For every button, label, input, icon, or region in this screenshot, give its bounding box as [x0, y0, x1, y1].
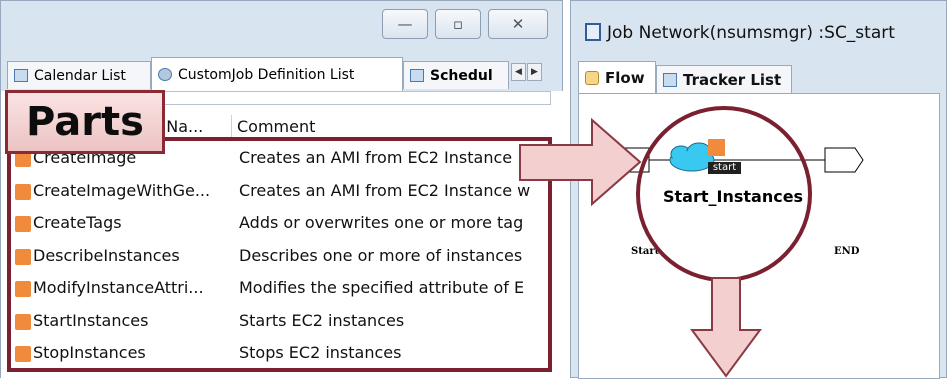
- customjob-part-icon: [15, 216, 31, 232]
- job-network-icon: [585, 23, 601, 41]
- restore-icon: ▫: [452, 15, 464, 33]
- tab-scroll-right-button[interactable]: ▶: [527, 63, 542, 81]
- column-header-comment[interactable]: Comment: [237, 117, 315, 136]
- close-button[interactable]: ✕: [488, 9, 548, 39]
- tracker-list-icon: [663, 72, 677, 87]
- start-node-label: Start: [631, 246, 660, 257]
- minimize-icon: —: [397, 15, 413, 33]
- customjob-part-icon: [15, 248, 31, 265]
- row-name: CreateTags: [33, 213, 122, 232]
- table-row[interactable]: CreateImageWithGe... Creates an AMI from…: [1, 176, 564, 209]
- job-network-title: Job Network(nsumsmgr) :SC_start: [585, 23, 895, 43]
- parts-callout-label: Parts: [5, 90, 165, 154]
- tab-calendar-list[interactable]: Calendar List: [7, 61, 151, 89]
- flow-diagram: [612, 139, 864, 173]
- table-row[interactable]: StartInstances Starts EC2 instances: [1, 306, 564, 339]
- row-comment: Creates an AMI from EC2 Instance w: [239, 180, 531, 200]
- job-type-badge: start: [708, 162, 741, 174]
- table-row[interactable]: StopInstances Stops EC2 instances: [1, 338, 564, 371]
- row-comment: Stops EC2 instances: [239, 343, 402, 362]
- chevron-left-icon: ◀: [515, 67, 522, 77]
- row-comment: Starts EC2 instances: [239, 310, 405, 330]
- restore-button[interactable]: ▫: [435, 9, 481, 39]
- column-divider[interactable]: [231, 115, 232, 137]
- start-node[interactable]: [612, 147, 650, 173]
- schedule-icon: [410, 69, 424, 82]
- close-icon: ✕: [511, 15, 525, 33]
- calendar-icon: [14, 69, 28, 82]
- row-name: CreateImageWithGe...: [33, 180, 211, 200]
- customjob-part-icon: [15, 281, 31, 297]
- customjob-part-icon: [15, 183, 31, 200]
- customjob-part-marker: [708, 139, 725, 156]
- row-comment: Adds or overwrites one or more tag: [239, 213, 524, 232]
- left-tab-bar: Calendar List CustomJob Definition List …: [1, 57, 564, 91]
- customjob-rows: CreateImage Creates an AMI from EC2 Inst…: [1, 143, 564, 371]
- custom-job-definition-window: — ▫ ✕ Calendar List CustomJob Definition…: [0, 0, 564, 379]
- list-filter-bar[interactable]: [151, 91, 551, 105]
- flow-canvas[interactable]: Start END: [578, 93, 940, 379]
- row-name: StopInstances: [33, 343, 146, 362]
- customjob-icon: [158, 68, 172, 81]
- row-name: StartInstances: [33, 310, 149, 330]
- job-name-label: Start_Instances: [663, 187, 804, 206]
- tab-schedule[interactable]: Schedul: [403, 61, 509, 89]
- row-name: DescribeInstances: [33, 245, 180, 265]
- tab-flow[interactable]: Flow: [578, 61, 656, 93]
- row-comment: Describes one or more of instances: [239, 245, 523, 265]
- table-row[interactable]: DescribeInstances Describes one or more …: [1, 241, 564, 274]
- end-node-label: END: [834, 246, 860, 257]
- flow-icon: [585, 70, 599, 85]
- tab-scroll-left-button[interactable]: ◀: [511, 63, 526, 81]
- end-node[interactable]: [824, 147, 864, 173]
- tab-tracker-list[interactable]: Tracker List: [656, 65, 792, 93]
- table-row[interactable]: CreateTags Adds or overwrites one or mor…: [1, 208, 564, 241]
- minimize-button[interactable]: —: [382, 9, 428, 39]
- table-row[interactable]: ModifyInstanceAttri... Modifies the spec…: [1, 273, 564, 306]
- job-network-window: Job Network(nsumsmgr) :SC_start Flow Tra…: [570, 0, 947, 379]
- row-name: ModifyInstanceAttri...: [33, 278, 204, 297]
- row-comment: Creates an AMI from EC2 Instance: [239, 148, 513, 167]
- row-comment: Modifies the specified attribute of E: [239, 278, 525, 297]
- customjob-part-icon: [15, 313, 31, 330]
- customjob-part-icon: [15, 346, 31, 362]
- chevron-right-icon: ▶: [531, 67, 538, 77]
- tab-customjob-definition-list[interactable]: CustomJob Definition List: [151, 57, 403, 91]
